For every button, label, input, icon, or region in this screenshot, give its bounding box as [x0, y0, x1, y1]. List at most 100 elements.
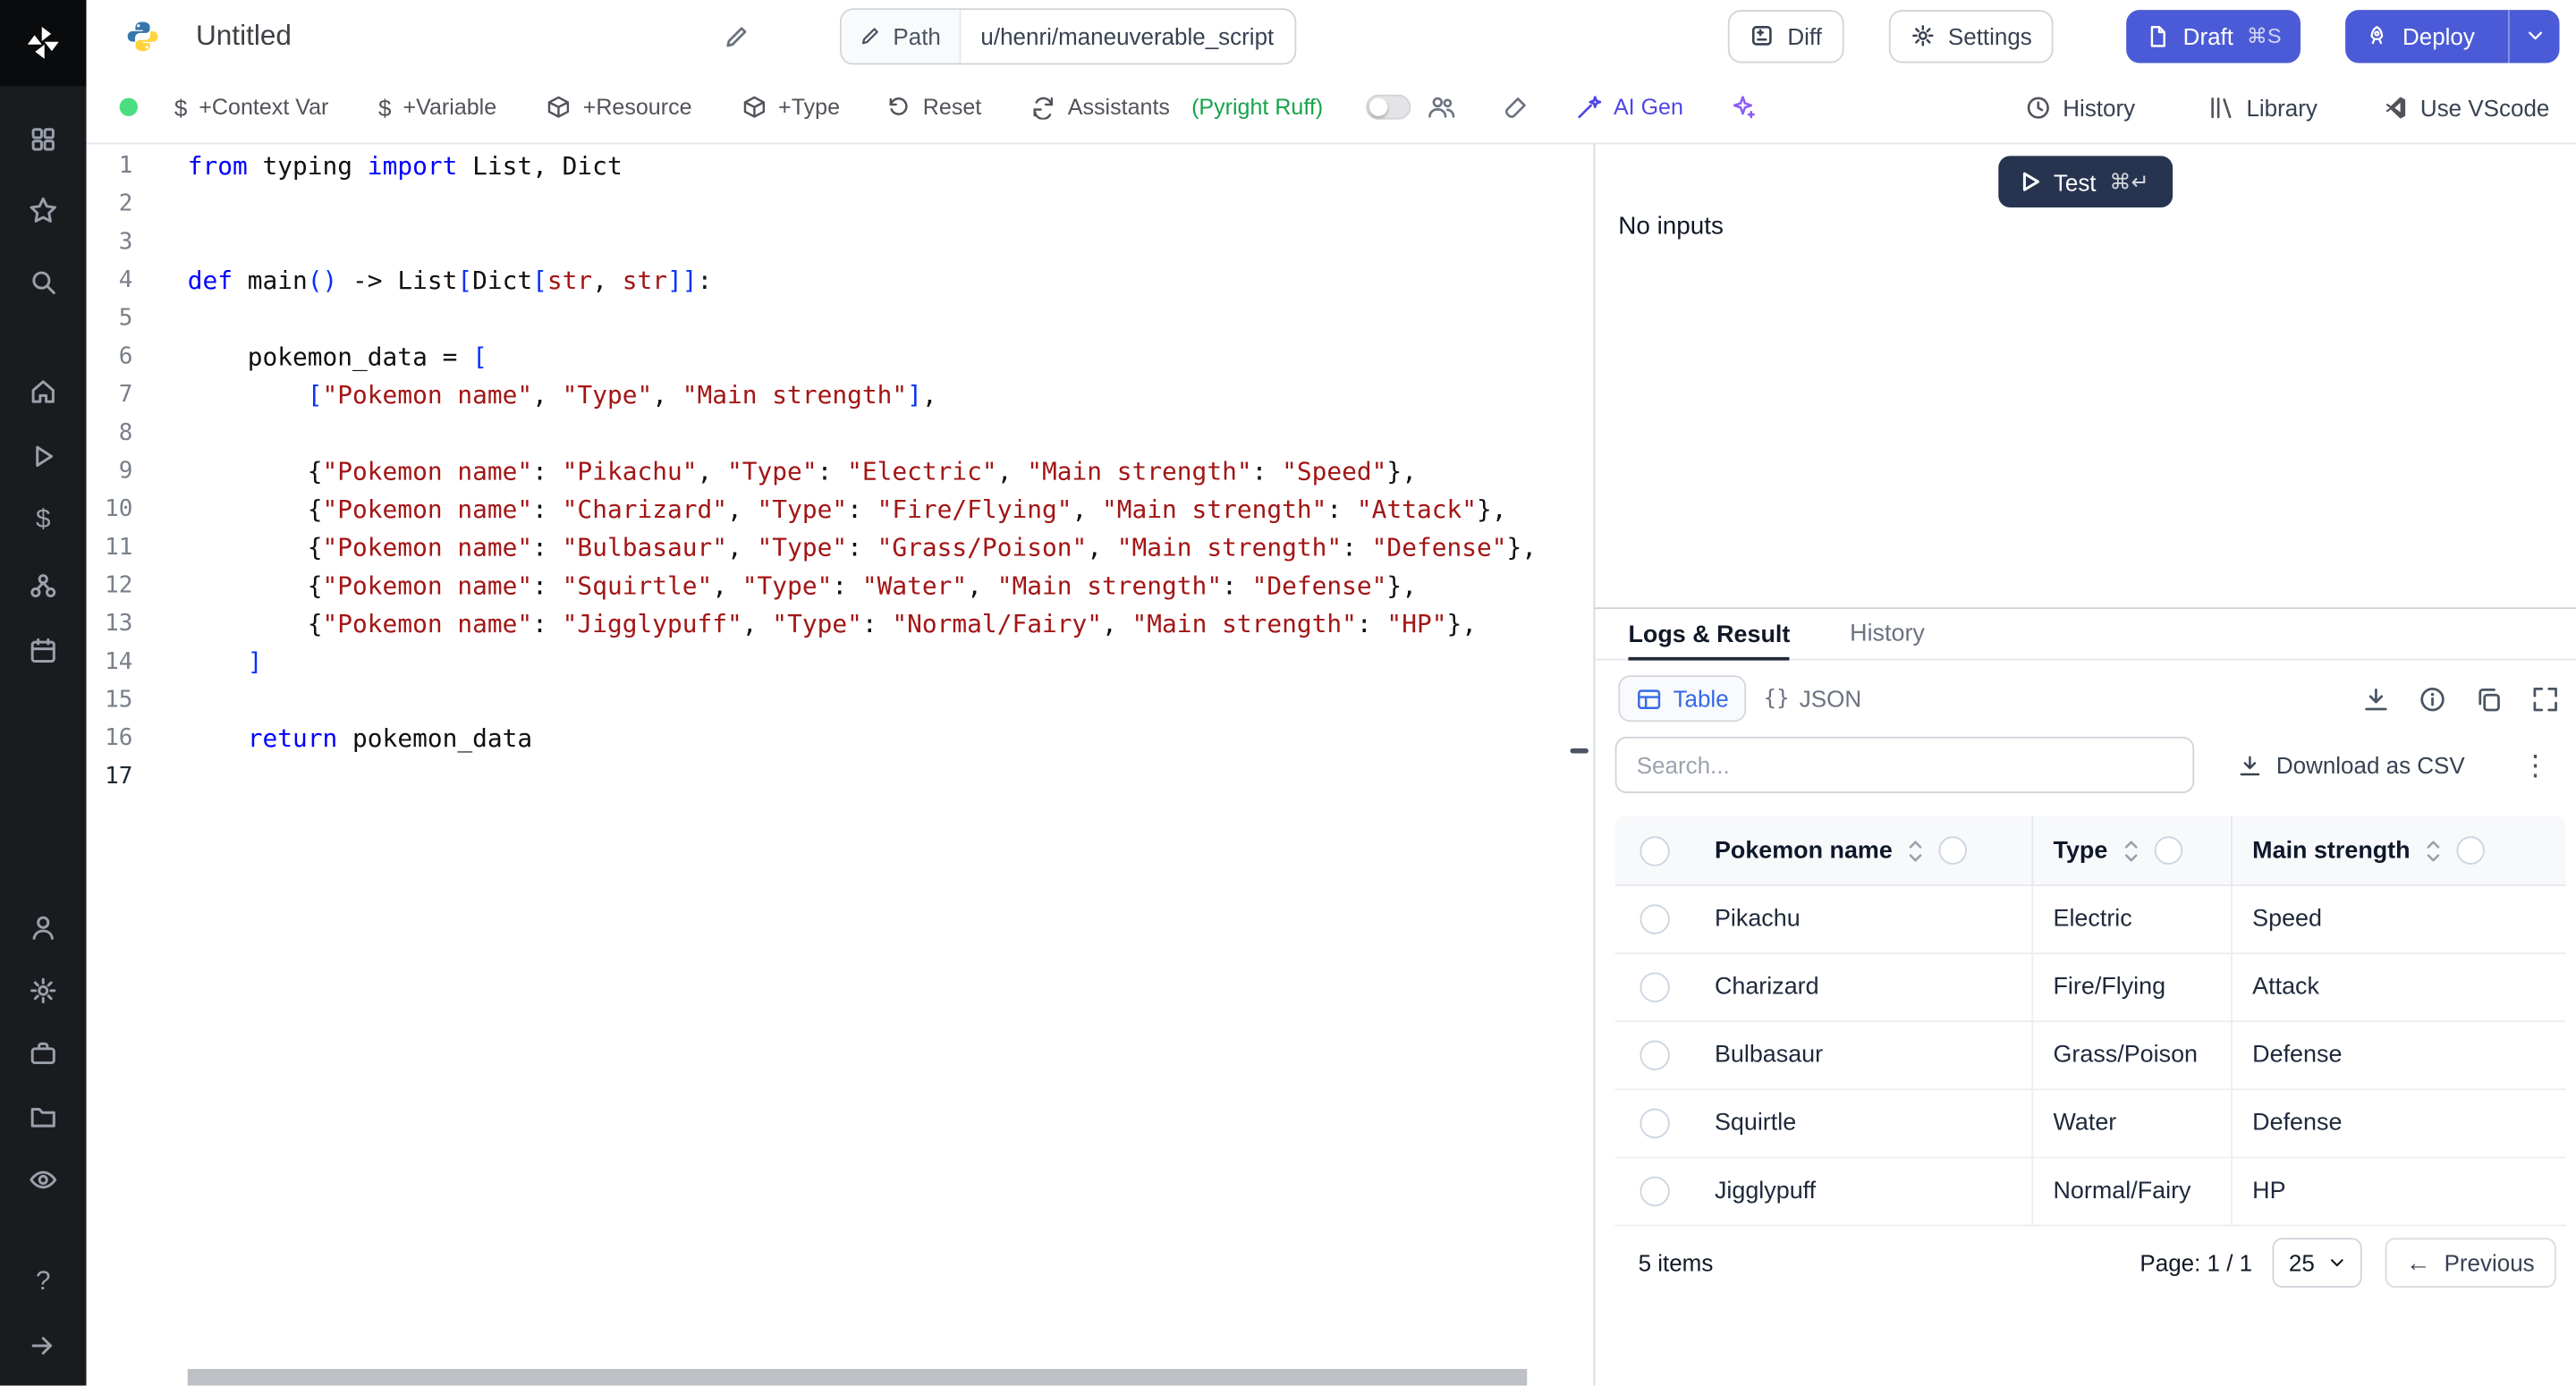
- star-icon[interactable]: [13, 181, 73, 241]
- row-checkbox[interactable]: [1615, 886, 1695, 952]
- history-clock-icon: [2025, 94, 2052, 121]
- dollar-icon: $: [378, 94, 391, 121]
- previous-page-button[interactable]: ← Previous: [2385, 1238, 2556, 1288]
- audit-eye-icon[interactable]: [13, 1150, 73, 1210]
- multiplayer-users-icon[interactable]: [1428, 93, 1456, 122]
- view-table-chip[interactable]: Table: [1618, 675, 1747, 722]
- apps-grid-icon[interactable]: [13, 109, 73, 169]
- deploy-dropdown-chevron-icon[interactable]: [2508, 9, 2560, 62]
- code-line[interactable]: 10 {"Pokemon name": "Charizard", "Type":…: [86, 491, 1593, 529]
- download-csv-button[interactable]: Download as CSV: [2228, 750, 2475, 780]
- sort-icon[interactable]: [2425, 839, 2442, 862]
- format-brush-icon[interactable]: [1503, 94, 1530, 121]
- draft-button[interactable]: Draft ⌘S: [2127, 9, 2301, 62]
- info-icon[interactable]: [2419, 684, 2447, 713]
- assistants-button[interactable]: Assistants (Pyright Ruff): [1031, 95, 1323, 120]
- result-table: Pokemon name Type Main strength: [1615, 816, 2566, 1299]
- code-line[interactable]: 16 return pokemon_data: [86, 720, 1593, 758]
- edit-title-pencil-icon[interactable]: [724, 22, 750, 49]
- column-header[interactable]: Pokemon name: [1695, 816, 2032, 884]
- script-path-value[interactable]: u/henri/maneuverable_script: [961, 22, 1293, 49]
- code-line[interactable]: 3: [86, 224, 1593, 263]
- code-line[interactable]: 13 {"Pokemon name": "Jigglypuff", "Type"…: [86, 605, 1593, 644]
- variables-dollar-icon[interactable]: $: [13, 491, 73, 551]
- row-checkbox[interactable]: [1615, 1022, 1695, 1088]
- resources-nodes-icon[interactable]: [13, 556, 73, 616]
- workers-briefcase-icon[interactable]: [13, 1024, 73, 1084]
- code-line[interactable]: 11 {"Pokemon name": "Bulbasaur", "Type":…: [86, 529, 1593, 568]
- code-lines[interactable]: 1from typing import List, Dict234def mai…: [86, 144, 1593, 796]
- add-context-var-button[interactable]: $+Context Var: [174, 94, 329, 121]
- sparkles-icon[interactable]: [1730, 94, 1757, 121]
- table-options-kebab-icon[interactable]: ⋮: [2512, 749, 2560, 781]
- code-editor[interactable]: 1from typing import List, Dict234def mai…: [86, 144, 1595, 1385]
- column-toggle-circle[interactable]: [1939, 836, 1968, 865]
- table-row[interactable]: SquirtleWaterDefense: [1615, 1090, 2566, 1158]
- expand-fullscreen-icon[interactable]: [2531, 684, 2560, 713]
- use-vscode-button[interactable]: Use VScode: [2384, 94, 2549, 121]
- right-panel: Test ⌘↵ No inputs Logs & Result History: [1595, 144, 2576, 1385]
- code-line[interactable]: 9 {"Pokemon name": "Pikachu", "Type": "E…: [86, 453, 1593, 492]
- table-row[interactable]: JigglypuffNormal/FairyHP: [1615, 1158, 2566, 1226]
- table-row[interactable]: BulbasaurGrass/PoisonDefense: [1615, 1022, 2566, 1090]
- copy-result-icon[interactable]: [2475, 684, 2504, 713]
- code-line[interactable]: 7 ["Pokemon name", "Type", "Main strengt…: [86, 376, 1593, 415]
- ai-gen-button[interactable]: AI Gen: [1575, 94, 1683, 121]
- table-row[interactable]: CharizardFire/FlyingAttack: [1615, 954, 2566, 1022]
- settings-gear-icon[interactable]: [13, 960, 73, 1020]
- sort-icon[interactable]: [2123, 839, 2140, 862]
- script-path-group[interactable]: Path u/henri/maneuverable_script: [840, 7, 1295, 63]
- code-line[interactable]: 15: [86, 682, 1593, 721]
- reset-button[interactable]: Reset: [886, 95, 981, 120]
- row-checkbox[interactable]: [1615, 1158, 1695, 1224]
- test-button[interactable]: Test ⌘↵: [1999, 156, 2173, 207]
- editor-horizontal-scrollbar[interactable]: [188, 1369, 1528, 1386]
- page-size-select[interactable]: 25: [2272, 1238, 2360, 1288]
- settings-button[interactable]: Settings: [1888, 9, 2054, 62]
- download-result-icon[interactable]: [2362, 684, 2391, 713]
- tab-logs-result[interactable]: Logs & Result: [1628, 609, 1790, 661]
- code-line[interactable]: 12 {"Pokemon name": "Squirtle", "Type": …: [86, 568, 1593, 606]
- select-all-checkbox[interactable]: [1615, 816, 1695, 884]
- column-toggle-circle[interactable]: [2457, 836, 2486, 865]
- sort-icon[interactable]: [1908, 839, 1925, 862]
- users-icon[interactable]: [13, 898, 73, 958]
- code-line[interactable]: 1from typing import List, Dict: [86, 148, 1593, 186]
- expand-sidebar-arrow-icon[interactable]: [13, 1316, 73, 1376]
- code-line[interactable]: 5: [86, 300, 1593, 339]
- deploy-button[interactable]: Deploy: [2346, 9, 2560, 62]
- search-icon[interactable]: [13, 252, 73, 312]
- library-icon: [2208, 94, 2235, 121]
- windmill-logo[interactable]: [0, 0, 86, 86]
- code-line[interactable]: 4def main() -> List[Dict[str, str]]:: [86, 262, 1593, 300]
- add-variable-button[interactable]: $+Variable: [378, 94, 496, 121]
- runs-play-icon[interactable]: [13, 427, 73, 486]
- search-input[interactable]: [1615, 737, 2195, 793]
- assistants-toggle[interactable]: [1366, 95, 1411, 120]
- folders-icon[interactable]: [13, 1086, 73, 1146]
- schedules-calendar-icon[interactable]: [13, 621, 73, 680]
- code-line[interactable]: 2: [86, 186, 1593, 224]
- column-header[interactable]: Main strength: [2231, 816, 2566, 884]
- row-checkbox[interactable]: [1615, 954, 1695, 1020]
- code-line[interactable]: 6 pokemon_data = [: [86, 339, 1593, 377]
- download-icon: [2238, 753, 2263, 778]
- windmill-app: $ ? Untitled Path: [0, 0, 2576, 1386]
- library-button[interactable]: Library: [2208, 94, 2318, 121]
- diff-button[interactable]: Diff: [1728, 9, 1843, 62]
- column-toggle-circle[interactable]: [2154, 836, 2182, 865]
- view-json-chip[interactable]: {} JSON: [1747, 675, 1878, 722]
- add-type-button[interactable]: +Type: [741, 95, 840, 120]
- tab-history[interactable]: History: [1850, 609, 1925, 659]
- history-button[interactable]: History: [2025, 94, 2136, 121]
- code-line[interactable]: 8: [86, 415, 1593, 453]
- code-line[interactable]: 17: [86, 758, 1593, 797]
- row-checkbox[interactable]: [1615, 1090, 1695, 1156]
- code-line[interactable]: 14 ]: [86, 644, 1593, 682]
- table-row[interactable]: PikachuElectricSpeed: [1615, 886, 2566, 954]
- home-icon[interactable]: [13, 362, 73, 422]
- help-icon[interactable]: ?: [13, 1253, 73, 1313]
- add-resource-button[interactable]: +Resource: [547, 95, 692, 120]
- column-header[interactable]: Type: [2031, 816, 2231, 884]
- line-number: 6: [86, 339, 132, 377]
